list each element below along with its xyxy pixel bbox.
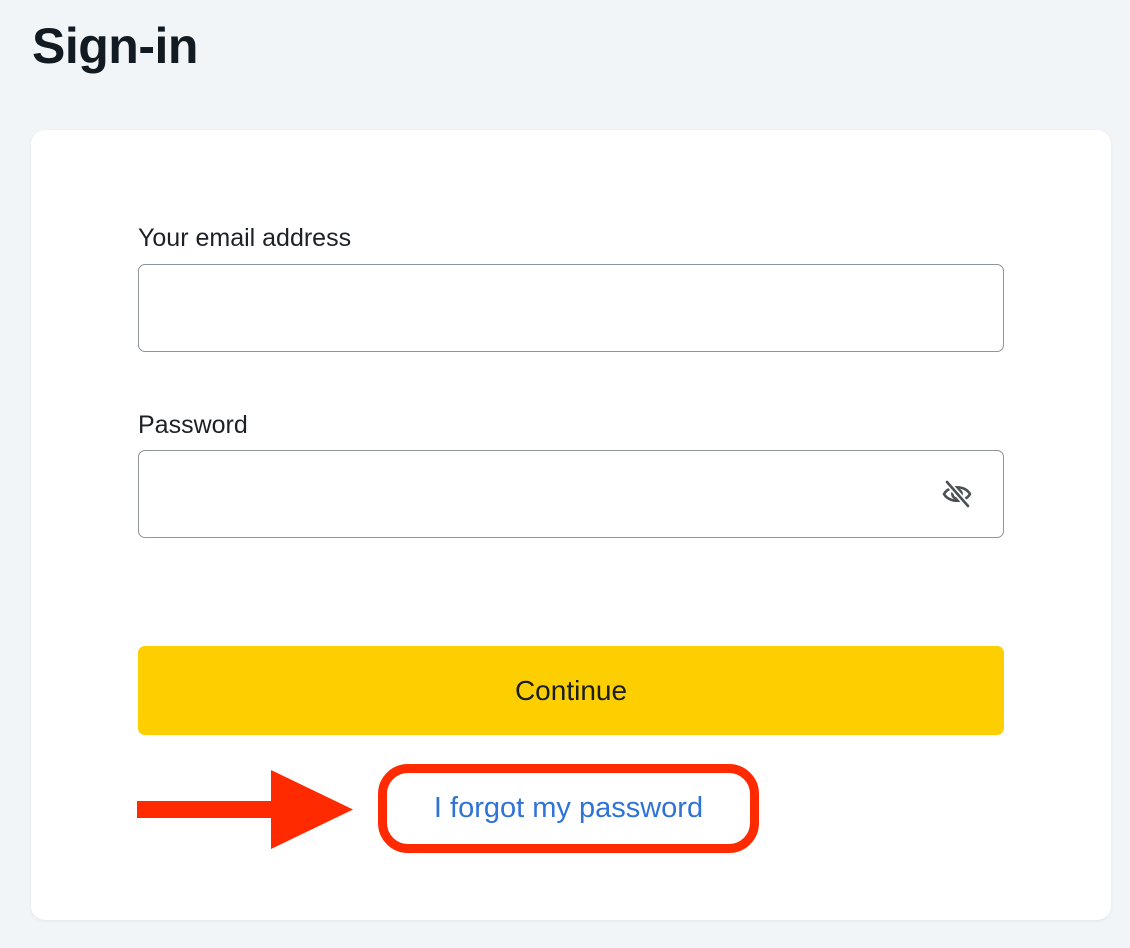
email-field[interactable] — [138, 264, 1004, 352]
password-label: Password — [138, 411, 248, 439]
continue-button[interactable]: Continue — [138, 646, 1004, 735]
forgot-password-link[interactable]: I forgot my password — [378, 764, 759, 853]
password-visibility-toggle[interactable] — [939, 477, 975, 511]
arrow-right-icon — [137, 770, 353, 849]
password-field[interactable] — [138, 450, 1004, 538]
email-label: Your email address — [138, 224, 352, 252]
eye-slash-icon — [942, 479, 972, 509]
sign-in-card: Your email address Password Continue I f… — [31, 130, 1111, 920]
page-title: Sign-in — [32, 18, 198, 74]
